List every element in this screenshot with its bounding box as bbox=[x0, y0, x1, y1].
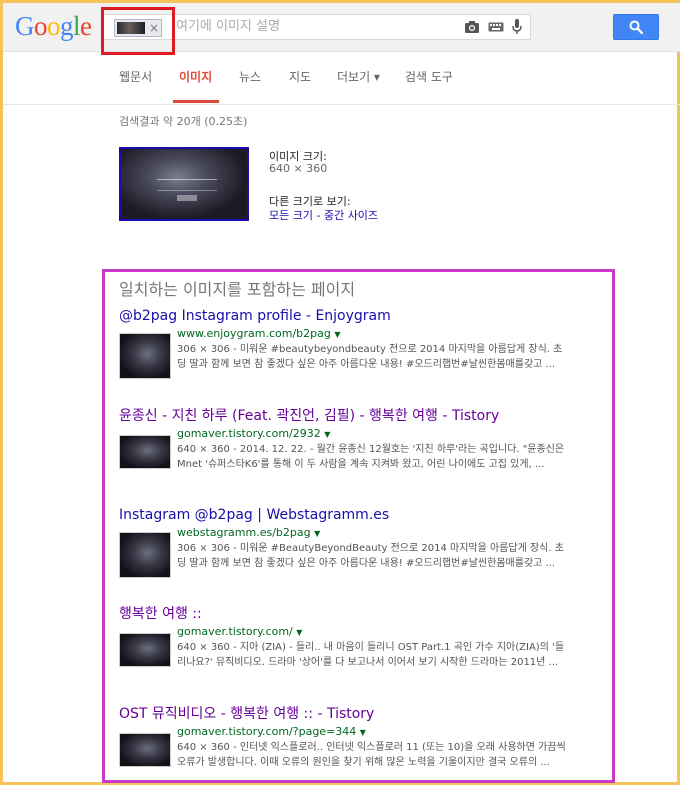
result-url[interactable]: gomaver.tistory.com/?page=344 ▼ bbox=[177, 725, 567, 740]
result-title-link[interactable]: 행복한 여행 :: bbox=[119, 605, 559, 623]
section-heading: 일치하는 이미지를 포함하는 페이지 bbox=[119, 280, 356, 299]
tab-web[interactable]: 웹문서 bbox=[119, 69, 152, 85]
result-thumbnail[interactable] bbox=[119, 532, 171, 578]
result-title-link[interactable]: OST 뮤직비디오 - 행복한 여행 :: - Tistory bbox=[119, 705, 559, 723]
logo-letter: o bbox=[47, 11, 61, 41]
caret-down-icon[interactable]: ▼ bbox=[324, 430, 330, 439]
result-title-link[interactable]: Instagram @b2pag | Webstagramm.es bbox=[119, 506, 559, 524]
result-meta: gomaver.tistory.com/ ▼ 640 × 360 - 지아 (Z… bbox=[177, 625, 567, 670]
result-item: 행복한 여행 :: gomaver.tistory.com/ ▼ 640 × 3… bbox=[119, 605, 564, 685]
logo-letter: o bbox=[34, 11, 48, 41]
result-snippet: 640 × 360 - 인터넷 익스플로러.. 인터넷 익스플로러 11 (또는… bbox=[177, 742, 566, 768]
query-image-thumbnail[interactable] bbox=[119, 147, 249, 221]
caret-down-icon[interactable]: ▼ bbox=[314, 529, 320, 538]
logo-letter: G bbox=[15, 11, 35, 41]
annotation-highlight-red bbox=[101, 7, 175, 55]
result-meta: gomaver.tistory.com/2932 ▼ 640 × 360 - 2… bbox=[177, 427, 567, 472]
result-stats: 검색결과 약 20개 (0.25초) bbox=[119, 115, 248, 128]
size-links: 모든 크기 - 중간 사이즈 bbox=[269, 207, 378, 223]
result-url-text: gomaver.tistory.com/2932 bbox=[177, 427, 321, 440]
result-title-link[interactable]: @b2pag Instagram profile - Enjoygram bbox=[119, 307, 559, 325]
caret-down-icon[interactable]: ▼ bbox=[296, 628, 302, 637]
result-body: www.enjoygram.com/b2pag ▼ 306 × 306 - 미워… bbox=[119, 327, 562, 387]
size-link-separator: - bbox=[312, 209, 324, 222]
result-meta: www.enjoygram.com/b2pag ▼ 306 × 306 - 미워… bbox=[177, 327, 567, 372]
result-item: OST 뮤직비디오 - 행복한 여행 :: - Tistory gomaver.… bbox=[119, 705, 566, 785]
result-item: Instagram @b2pag | Webstagramm.es websta… bbox=[119, 506, 564, 586]
all-sizes-link[interactable]: 모든 크기 bbox=[269, 209, 313, 222]
result-snippet: 640 × 360 - 2014. 12. 22. - 월간 윤종신 12월호는… bbox=[177, 444, 565, 470]
logo-letter: e bbox=[80, 11, 92, 41]
result-snippet: 640 × 360 - 지아 (ZIA) - 들리.. 내 마음이 들리니 OS… bbox=[177, 642, 565, 668]
query-image-overlay bbox=[157, 179, 217, 191]
result-url[interactable]: www.enjoygram.com/b2pag ▼ bbox=[177, 327, 567, 342]
image-size-value: 640 × 360 bbox=[269, 162, 328, 175]
search-button[interactable] bbox=[613, 14, 659, 40]
tab-news[interactable]: 뉴스 bbox=[239, 69, 261, 85]
result-body: webstagramm.es/b2pag ▼ 306 × 306 - 미워운 #… bbox=[119, 526, 564, 586]
google-logo[interactable]: Google bbox=[15, 10, 92, 42]
result-thumbnail[interactable] bbox=[119, 733, 171, 767]
keyboard-icon[interactable] bbox=[488, 22, 504, 32]
result-item: @b2pag Instagram profile - Enjoygram www… bbox=[119, 307, 562, 387]
query-image-caption-mark bbox=[177, 195, 197, 201]
result-title-link[interactable]: 윤종신 - 지친 하루 (Feat. 곽진언, 김필) - 행복한 여행 - T… bbox=[119, 407, 559, 425]
result-snippet: 306 × 306 - 미워운 #beautybeyondbeauty 전으로 … bbox=[177, 344, 563, 370]
result-thumbnail[interactable] bbox=[119, 435, 171, 469]
logo-letter: g bbox=[60, 11, 74, 41]
result-url[interactable]: gomaver.tistory.com/ ▼ bbox=[177, 625, 567, 640]
search-tabs: 웹문서 이미지 뉴스 지도 더보기 ▾ 검색 도구 bbox=[3, 52, 680, 105]
result-url-text: gomaver.tistory.com/ bbox=[177, 625, 293, 638]
result-url-text: gomaver.tistory.com/?page=344 bbox=[177, 725, 357, 738]
microphone-icon[interactable] bbox=[512, 19, 522, 35]
result-meta: gomaver.tistory.com/?page=344 ▼ 640 × 36… bbox=[177, 725, 567, 770]
result-body: gomaver.tistory.com/ ▼ 640 × 360 - 지아 (Z… bbox=[119, 625, 564, 685]
result-url-text: webstagramm.es/b2pag bbox=[177, 526, 311, 539]
medium-sizes-link[interactable]: 중간 사이즈 bbox=[324, 209, 378, 222]
tab-images[interactable]: 이미지 bbox=[179, 69, 212, 85]
result-url-text: www.enjoygram.com/b2pag bbox=[177, 327, 331, 340]
result-item: 윤종신 - 지친 하루 (Feat. 곽진언, 김필) - 행복한 여행 - T… bbox=[119, 407, 564, 487]
tab-more[interactable]: 더보기 ▾ bbox=[337, 69, 380, 85]
tab-search-tools[interactable]: 검색 도구 bbox=[405, 69, 453, 85]
search-input[interactable]: 여기에 이미지 설명 bbox=[176, 15, 280, 39]
caret-down-icon[interactable]: ▼ bbox=[360, 728, 366, 737]
result-url[interactable]: gomaver.tistory.com/2932 ▼ bbox=[177, 427, 567, 442]
search-tools bbox=[464, 19, 522, 35]
result-url[interactable]: webstagramm.es/b2pag ▼ bbox=[177, 526, 567, 541]
result-snippet: 306 × 306 - 미워운 #BeautyBeyondBeauty 전으로 … bbox=[177, 543, 564, 569]
logo-letter: l bbox=[73, 11, 81, 41]
result-body: gomaver.tistory.com/2932 ▼ 640 × 360 - 2… bbox=[119, 427, 564, 487]
result-body: gomaver.tistory.com/?page=344 ▼ 640 × 36… bbox=[119, 725, 566, 785]
result-thumbnail[interactable] bbox=[119, 333, 171, 379]
result-thumbnail[interactable] bbox=[119, 633, 171, 667]
caret-down-icon[interactable]: ▼ bbox=[334, 330, 340, 339]
active-tab-indicator bbox=[173, 100, 219, 103]
camera-icon[interactable] bbox=[464, 20, 480, 34]
tab-maps[interactable]: 지도 bbox=[289, 69, 311, 85]
result-meta: webstagramm.es/b2pag ▼ 306 × 306 - 미워운 #… bbox=[177, 526, 567, 571]
